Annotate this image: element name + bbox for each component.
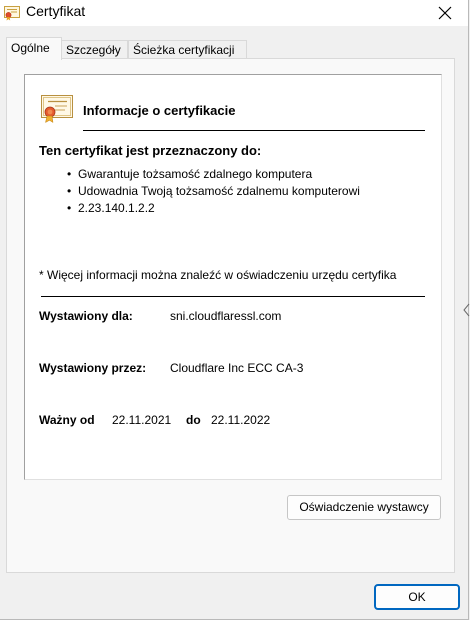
tab-label: Ogólne [11,41,50,55]
certificate-header-title: Informacje o certyfikacie [83,103,236,118]
header-divider [83,130,425,131]
certificate-icon [41,95,73,123]
tab-details[interactable]: Szczegóły [61,40,128,59]
issued-by-label: Wystawiony przez: [39,361,147,375]
purpose-item: Udowadnia Twoją tożsamość zdalnemu kompu… [65,183,360,200]
title-bar: Certyfikat [0,0,468,26]
info-divider [41,296,425,297]
close-button[interactable] [422,0,468,26]
close-icon [438,6,452,20]
tab-label: Ścieżka certyfikacji [133,43,235,57]
certificate-icon [4,6,20,21]
tab-label: Szczegóły [66,43,121,57]
certificate-dialog: Certyfikat Ogólne Szczegóły Ścieżka cert… [0,0,470,620]
certificate-info-box: Informacje o certyfikacie Ten certyfikat… [24,74,442,480]
purpose-title: Ten certyfikat jest przeznaczony do: [39,143,262,158]
issuer-statement-button[interactable]: Oświadczenie wystawcy [287,495,441,520]
tab-certification-path[interactable]: Ścieżka certyfikacji [128,40,247,59]
valid-from-value: 22.11.2021 [112,413,172,427]
purpose-item: 2.23.140.1.2.2 [65,200,360,217]
valid-to-label: do [186,413,201,427]
tab-general[interactable]: Ogólne [6,37,62,60]
chevron-left-icon [463,303,470,317]
more-info-note: * Więcej informacji można znaleźć w oświ… [39,268,397,282]
valid-to-value: 22.11.2022 [211,413,271,427]
purpose-list: Gwarantuje tożsamość zdalnego komputera … [65,166,360,217]
general-tab-panel: Informacje o certyfikacie Ten certyfikat… [6,58,455,573]
window-title: Certyfikat [26,3,86,19]
ok-button[interactable]: OK [374,584,460,610]
issued-to-value: sni.cloudflaressl.com [170,309,282,323]
purpose-item: Gwarantuje tożsamość zdalnego komputera [65,166,360,183]
issued-by-value: Cloudflare Inc ECC CA-3 [170,361,304,375]
valid-from-label: Ważny od [39,413,95,427]
issued-to-label: Wystawiony dla: [39,309,133,323]
